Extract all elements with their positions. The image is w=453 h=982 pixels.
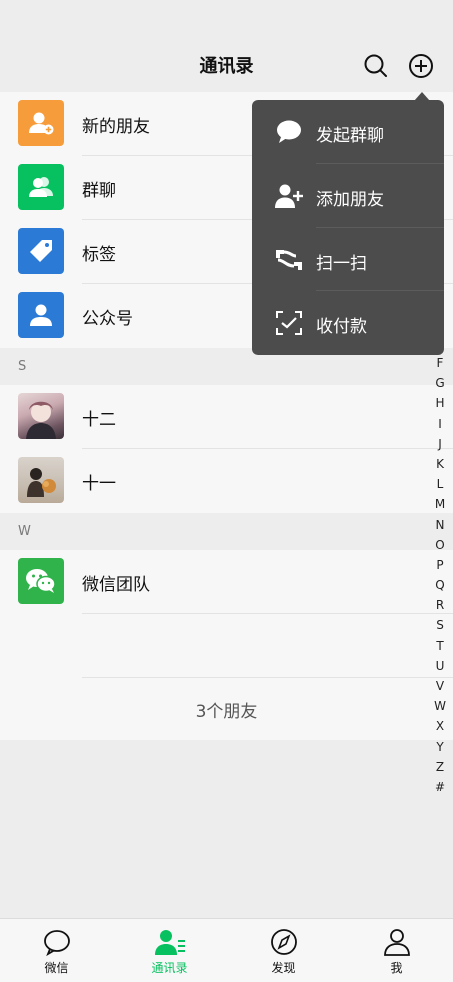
- tab-label: 我: [390, 961, 403, 975]
- tag-icon: [18, 228, 64, 274]
- menu-item-label: 发起群聊: [316, 126, 384, 146]
- tab-label: 微信: [44, 961, 69, 975]
- tab-me[interactable]: 我: [340, 919, 453, 982]
- add-person-icon: [275, 184, 303, 208]
- search-icon: [364, 54, 387, 77]
- index-letter[interactable]: F: [432, 353, 448, 373]
- search-button[interactable]: [362, 52, 390, 80]
- avatar: [18, 457, 64, 503]
- contact-name: 十二: [82, 410, 116, 430]
- wechat-logo-icon: [18, 558, 64, 604]
- menu-item-label: 添加朋友: [316, 189, 384, 210]
- menu-item-add-friend[interactable]: 添加朋友: [252, 164, 444, 228]
- add-friend-icon: [18, 100, 64, 146]
- section-letter: W: [18, 524, 31, 539]
- plus-circle-icon: [409, 54, 433, 78]
- index-letter[interactable]: Z: [432, 757, 448, 777]
- index-letter[interactable]: L: [432, 474, 448, 494]
- index-letter[interactable]: X: [432, 716, 448, 736]
- alphabet-index[interactable]: F G H I J K L M N O P Q R S T U V W X Y Z #: [432, 353, 448, 797]
- index-letter[interactable]: O: [432, 535, 448, 555]
- contact-row[interactable]: 十一: [0, 449, 453, 513]
- friend-count: 3个朋友: [195, 702, 258, 722]
- index-letter[interactable]: H: [432, 393, 448, 413]
- list-item-label: 群聊: [82, 181, 116, 201]
- tab-bar: 微信 通讯录 发现 我: [0, 918, 453, 982]
- index-letter[interactable]: M: [432, 494, 448, 514]
- index-letter[interactable]: U: [432, 656, 448, 676]
- menu-item-scan[interactable]: 扫一扫: [252, 228, 444, 292]
- avatar: [18, 393, 64, 439]
- contact-name: 十一: [82, 474, 116, 494]
- contact-row[interactable]: 微信团队: [0, 550, 453, 614]
- add-button[interactable]: [407, 52, 435, 80]
- tab-contacts[interactable]: 通讯录: [113, 919, 226, 982]
- index-letter[interactable]: G: [432, 373, 448, 393]
- popup-menu: 发起群聊 添加朋友 扫一扫 收付款: [252, 100, 444, 355]
- index-letter[interactable]: S: [432, 615, 448, 635]
- scan-icon: [276, 249, 302, 270]
- index-letter[interactable]: #: [432, 777, 448, 797]
- person-icon: [384, 929, 410, 956]
- index-letter[interactable]: Y: [432, 737, 448, 757]
- menu-item-start-group-chat[interactable]: 发起群聊: [252, 100, 444, 164]
- tab-chats[interactable]: 微信: [0, 919, 113, 982]
- index-letter[interactable]: R: [432, 595, 448, 615]
- index-letter[interactable]: V: [432, 676, 448, 696]
- index-letter[interactable]: T: [432, 636, 448, 656]
- index-letter[interactable]: W: [432, 696, 448, 716]
- menu-item-label: 扫一扫: [316, 253, 367, 274]
- tab-discover[interactable]: 发现: [227, 919, 340, 982]
- index-letter[interactable]: N: [432, 515, 448, 535]
- chat-bubble-icon: [277, 120, 301, 143]
- index-letter[interactable]: K: [432, 454, 448, 474]
- contact-name: 微信团队: [82, 575, 150, 595]
- index-letter[interactable]: Q: [432, 575, 448, 595]
- official-account-icon: [18, 292, 64, 338]
- section-header-w: W: [0, 513, 453, 550]
- contact-row[interactable]: 十二: [0, 385, 453, 449]
- chat-icon: [44, 930, 70, 956]
- section-letter: S: [18, 359, 27, 374]
- compass-icon: [271, 929, 297, 955]
- index-letter[interactable]: J: [432, 434, 448, 454]
- list-item-label: 新的朋友: [82, 117, 150, 137]
- blank-row: [0, 614, 453, 677]
- header-bar: 通讯录: [0, 0, 453, 92]
- tab-label: 发现: [271, 961, 296, 975]
- contacts-icon: [155, 930, 185, 955]
- list-item-label: 公众号: [82, 309, 133, 329]
- index-letter[interactable]: I: [432, 414, 448, 434]
- menu-item-label: 收付款: [316, 317, 367, 338]
- tab-label: 通讯录: [151, 961, 188, 975]
- payment-icon: [276, 311, 302, 336]
- menu-item-payment[interactable]: 收付款: [252, 291, 444, 355]
- friend-count-row: 3个朋友: [0, 677, 453, 740]
- group-icon: [18, 164, 64, 210]
- list-item-label: 标签: [82, 245, 116, 265]
- index-letter[interactable]: P: [432, 555, 448, 575]
